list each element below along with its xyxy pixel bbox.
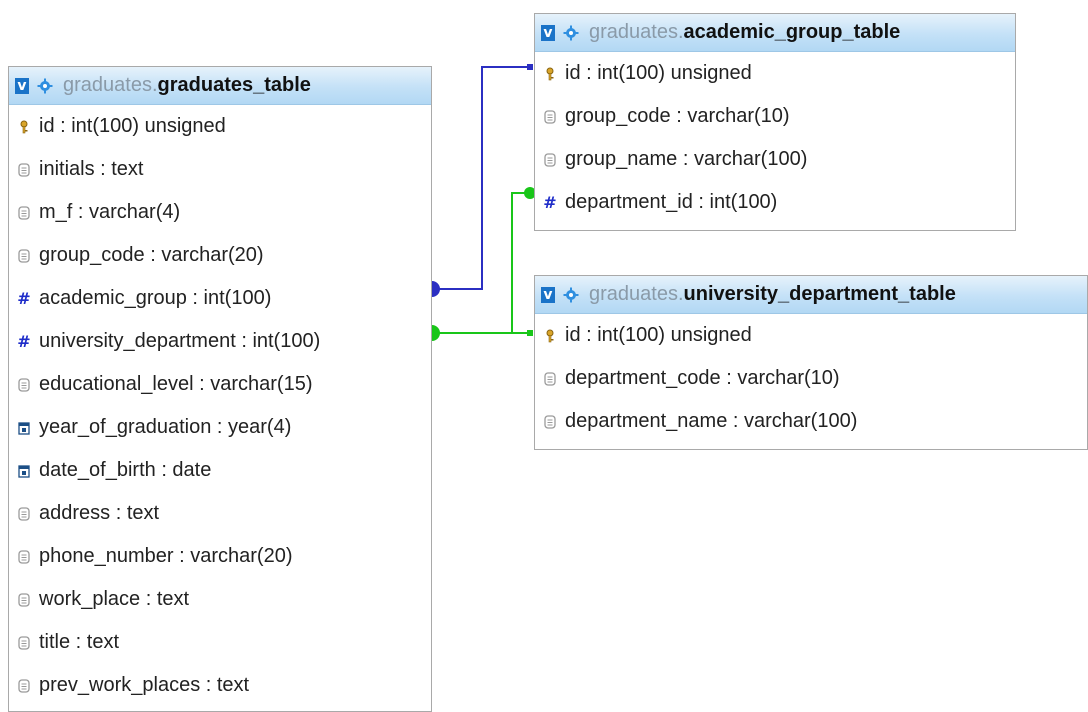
column-label: year_of_graduation : year(4) bbox=[39, 416, 292, 438]
column-label: department_name : varchar(100) bbox=[565, 410, 858, 432]
gear-icon bbox=[37, 78, 53, 93]
relation-end-marker bbox=[527, 64, 533, 70]
column-label: date_of_birth : date bbox=[39, 459, 212, 481]
column-row[interactable]: prev_work_places : text bbox=[9, 664, 431, 707]
column-label: department_code : varchar(10) bbox=[565, 367, 840, 389]
text-column-icon bbox=[17, 162, 31, 177]
column-label: academic_group : int(100) bbox=[39, 287, 272, 309]
column-label: group_name : varchar(100) bbox=[565, 148, 808, 170]
relation-start-marker bbox=[432, 281, 440, 297]
column-label: prev_work_places : text bbox=[39, 674, 250, 696]
date-column-icon bbox=[17, 421, 31, 435]
table-header[interactable]: v graduates. academic_group_table bbox=[535, 14, 1015, 52]
column-row[interactable]: work_place : text bbox=[9, 578, 431, 621]
numeric-column-icon: # bbox=[17, 332, 31, 351]
gear-icon bbox=[563, 287, 579, 302]
text-column-icon bbox=[17, 248, 31, 263]
column-row[interactable]: address : text bbox=[9, 492, 431, 535]
text-column-icon bbox=[543, 371, 557, 386]
column-label: initials : text bbox=[39, 158, 144, 180]
gear-icon bbox=[563, 25, 579, 40]
column-row[interactable]: group_code : varchar(20) bbox=[9, 234, 431, 277]
column-label: university_department : int(100) bbox=[39, 330, 321, 352]
relation-academic-group bbox=[432, 64, 533, 297]
text-column-icon bbox=[543, 152, 557, 167]
text-column-icon bbox=[543, 109, 557, 124]
relation-end-marker bbox=[527, 330, 533, 336]
column-label: m_f : varchar(4) bbox=[39, 201, 181, 223]
numeric-column-icon: # bbox=[17, 289, 31, 308]
date-column-icon bbox=[17, 464, 31, 478]
table-name: academic_group_table bbox=[683, 21, 901, 43]
table-header[interactable]: v graduates. graduates_table bbox=[9, 67, 431, 105]
column-row[interactable]: # university_department : int(100) bbox=[9, 320, 431, 363]
column-row[interactable]: group_name : varchar(100) bbox=[535, 138, 1015, 181]
key-icon bbox=[543, 329, 557, 343]
key-icon bbox=[17, 120, 31, 134]
column-row[interactable]: year_of_graduation : year(4) bbox=[9, 406, 431, 449]
column-row[interactable]: educational_level : varchar(15) bbox=[9, 363, 431, 406]
text-column-icon bbox=[17, 635, 31, 650]
text-column-icon bbox=[543, 414, 557, 429]
column-row[interactable]: # academic_group : int(100) bbox=[9, 277, 431, 320]
collapse-toggle-button[interactable]: v bbox=[541, 24, 555, 41]
text-column-icon bbox=[17, 377, 31, 392]
column-row[interactable]: id : int(100) unsigned bbox=[9, 105, 431, 148]
collapse-toggle-button[interactable]: v bbox=[541, 286, 555, 303]
table-graduates[interactable]: v graduates. graduates_table id : int(100… bbox=[8, 66, 432, 712]
column-row[interactable]: id : int(100) unsigned bbox=[535, 52, 1015, 95]
column-row[interactable]: department_name : varchar(100) bbox=[535, 400, 1087, 443]
column-label: group_code : varchar(20) bbox=[39, 244, 264, 266]
database-name: graduates bbox=[589, 283, 678, 305]
collapse-toggle-button[interactable]: v bbox=[15, 77, 29, 94]
table-academic-group[interactable]: v graduates. academic_group_table id : in… bbox=[534, 13, 1016, 231]
column-row[interactable]: group_code : varchar(10) bbox=[535, 95, 1015, 138]
column-label: group_code : varchar(10) bbox=[565, 105, 790, 127]
column-row[interactable]: initials : text bbox=[9, 148, 431, 191]
relation-university-department bbox=[432, 187, 536, 341]
column-label: phone_number : varchar(20) bbox=[39, 545, 293, 567]
column-row[interactable]: # department_id : int(100) bbox=[535, 181, 1015, 224]
database-name: graduates bbox=[63, 74, 152, 96]
column-row[interactable]: phone_number : varchar(20) bbox=[9, 535, 431, 578]
column-row[interactable]: title : text bbox=[9, 621, 431, 664]
column-label: work_place : text bbox=[39, 588, 190, 610]
column-label: department_id : int(100) bbox=[565, 191, 778, 213]
column-label: title : text bbox=[39, 631, 120, 653]
database-name: graduates bbox=[589, 21, 678, 43]
column-label: educational_level : varchar(15) bbox=[39, 373, 313, 395]
column-label: id : int(100) unsigned bbox=[565, 62, 752, 84]
column-label: id : int(100) unsigned bbox=[565, 324, 752, 346]
column-row[interactable]: date_of_birth : date bbox=[9, 449, 431, 492]
column-list: id : int(100) unsigned department_code : … bbox=[535, 314, 1087, 443]
relation-start-marker bbox=[432, 325, 440, 341]
text-column-icon bbox=[17, 549, 31, 564]
column-row[interactable]: department_code : varchar(10) bbox=[535, 357, 1087, 400]
table-header[interactable]: v graduates. university_department_table bbox=[535, 276, 1087, 314]
column-row[interactable]: id : int(100) unsigned bbox=[535, 314, 1087, 357]
text-column-icon bbox=[17, 506, 31, 521]
column-list: id : int(100) unsigned initials : text m_f… bbox=[9, 105, 431, 707]
table-name: graduates_table bbox=[157, 74, 311, 96]
column-label: id : int(100) unsigned bbox=[39, 115, 226, 137]
column-row[interactable]: m_f : varchar(4) bbox=[9, 191, 431, 234]
text-column-icon bbox=[17, 678, 31, 693]
text-column-icon bbox=[17, 592, 31, 607]
column-list: id : int(100) unsigned group_code : varch… bbox=[535, 52, 1015, 224]
key-icon bbox=[543, 67, 557, 81]
text-column-icon bbox=[17, 205, 31, 220]
table-university-department[interactable]: v graduates. university_department_table … bbox=[534, 275, 1088, 450]
table-name: university_department_table bbox=[683, 283, 956, 305]
column-label: address : text bbox=[39, 502, 160, 524]
numeric-column-icon: # bbox=[543, 193, 557, 212]
